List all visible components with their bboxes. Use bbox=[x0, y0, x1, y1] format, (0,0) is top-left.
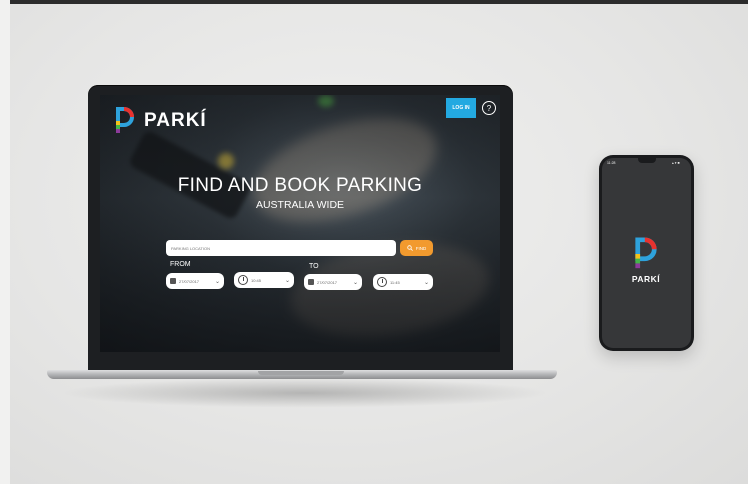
search-icon bbox=[407, 245, 413, 251]
parki-logo-icon bbox=[116, 107, 134, 133]
phone-brand-name: PARKÍ bbox=[631, 274, 661, 284]
laptop-shadow bbox=[60, 378, 550, 408]
help-icon[interactable]: ? bbox=[482, 101, 496, 115]
from-time-value: 10:45 bbox=[251, 277, 262, 283]
from-date-value: 27/07/2017 bbox=[179, 278, 200, 284]
brand-name: PARKÍ bbox=[144, 110, 207, 131]
clock-icon bbox=[377, 277, 387, 287]
brand-logo[interactable]: PARKÍ bbox=[114, 107, 207, 135]
to-date-value: 27/07/2017 bbox=[317, 279, 338, 285]
from-label: FROM bbox=[170, 261, 191, 268]
calendar-icon bbox=[308, 279, 314, 285]
hero-title: FIND AND BOOK PARKING bbox=[177, 175, 423, 196]
laptop-opening-notch bbox=[258, 371, 344, 375]
laptop-screen: PARKÍ LOG IN ? FIND AND BOOK PARKING AUS… bbox=[100, 95, 500, 352]
from-date-select[interactable]: 27/07/2017 ⌄ bbox=[166, 273, 224, 289]
chevron-down-icon: ⌄ bbox=[423, 279, 429, 286]
to-time-value: 11:45 bbox=[390, 279, 400, 285]
to-time-select[interactable]: 11:45 ⌄ bbox=[373, 274, 433, 290]
to-date-select[interactable]: 27/07/2017 ⌄ bbox=[304, 274, 362, 290]
to-label: TO bbox=[309, 263, 319, 270]
clock-icon bbox=[238, 275, 248, 285]
chevron-down-icon: ⌄ bbox=[352, 279, 358, 286]
hero-subtitle: AUSTRALIA WIDE bbox=[255, 199, 345, 211]
calendar-icon bbox=[170, 278, 176, 284]
parking-location-input[interactable] bbox=[166, 240, 396, 256]
find-label: FIND bbox=[415, 245, 427, 251]
window-left-margin bbox=[0, 0, 10, 484]
phone-notch bbox=[638, 158, 656, 163]
phone-status-time: 11:28 bbox=[607, 161, 616, 165]
login-button[interactable]: LOG IN bbox=[446, 98, 476, 118]
from-time-select[interactable]: 10:45 ⌄ bbox=[234, 272, 294, 288]
phone-status-icons: ▴ ▾ ■ bbox=[672, 161, 680, 165]
parki-logo-icon bbox=[635, 237, 657, 269]
chevron-down-icon: ⌄ bbox=[284, 277, 290, 284]
laptop-bottom-bezel bbox=[88, 352, 513, 370]
find-button[interactable]: FIND bbox=[400, 240, 433, 256]
chevron-down-icon: ⌄ bbox=[214, 278, 220, 285]
